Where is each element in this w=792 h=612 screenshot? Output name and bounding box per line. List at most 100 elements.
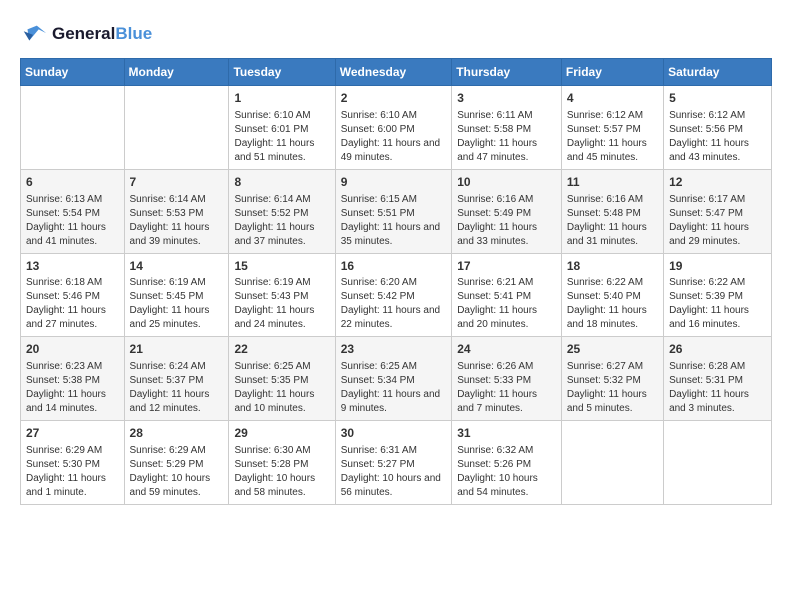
- calendar-cell: 14Sunrise: 6:19 AMSunset: 5:45 PMDayligh…: [124, 253, 229, 337]
- calendar-cell: 18Sunrise: 6:22 AMSunset: 5:40 PMDayligh…: [561, 253, 663, 337]
- weekday-header-thursday: Thursday: [452, 59, 562, 86]
- calendar-cell: [124, 86, 229, 170]
- calendar-cell: 29 Sunrise: 6:30 AMSunset: 5:28 PMDayligh…: [229, 421, 335, 505]
- day-info: Sunrise: 6:12 AMSunset: 5:57 PMDaylight:…: [567, 109, 658, 165]
- day-info: Sunrise: 6:18 AMSunset: 5:46 PMDaylight:…: [26, 276, 119, 332]
- day-info: Sunrise: 6:16 AMSunset: 5:48 PMDaylight:…: [567, 193, 658, 249]
- day-number: 13: [26, 258, 119, 275]
- logo-icon: [20, 20, 48, 48]
- day-info: Sunrise: 6:24 AMSunset: 5:37 PMDaylight:…: [130, 360, 224, 416]
- day-number: 8: [234, 174, 329, 191]
- calendar-cell: [664, 421, 772, 505]
- day-number: 30: [341, 425, 446, 442]
- day-number: 27: [26, 425, 119, 442]
- calendar-week-2: 6 Sunrise: 6:13 AMSunset: 5:54 PMDaylight…: [21, 169, 772, 253]
- day-info: Sunrise: 6:27 AMSunset: 5:32 PMDaylight:…: [567, 360, 658, 416]
- day-number: 19: [669, 258, 766, 275]
- day-info: Sunrise: 6:31 AMSunset: 5:27 PMDaylight:…: [341, 444, 446, 500]
- day-number: 17: [457, 258, 556, 275]
- calendar-cell: 17Sunrise: 6:21 AMSunset: 5:41 PMDayligh…: [452, 253, 562, 337]
- calendar-cell: 6 Sunrise: 6:13 AMSunset: 5:54 PMDaylight…: [21, 169, 125, 253]
- day-number: 28: [130, 425, 224, 442]
- calendar-cell: 30 Sunrise: 6:31 AMSunset: 5:27 PMDayligh…: [335, 421, 451, 505]
- day-info: Sunrise: 6:10 AMSunset: 6:01 PMDaylight:…: [234, 109, 329, 165]
- day-number: 2: [341, 90, 446, 107]
- calendar-cell: 9 Sunrise: 6:15 AMSunset: 5:51 PMDaylight…: [335, 169, 451, 253]
- day-number: 31: [457, 425, 556, 442]
- calendar-week-5: 27Sunrise: 6:29 AMSunset: 5:30 PMDayligh…: [21, 421, 772, 505]
- calendar-cell: 8 Sunrise: 6:14 AMSunset: 5:52 PMDaylight…: [229, 169, 335, 253]
- calendar-cell: 11 Sunrise: 6:16 AMSunset: 5:48 PMDayligh…: [561, 169, 663, 253]
- day-number: 21: [130, 341, 224, 358]
- calendar-cell: 25 Sunrise: 6:27 AMSunset: 5:32 PMDayligh…: [561, 337, 663, 421]
- calendar-week-3: 13Sunrise: 6:18 AMSunset: 5:46 PMDayligh…: [21, 253, 772, 337]
- page-header: GeneralBlue: [20, 20, 772, 48]
- logo-text: GeneralBlue: [52, 24, 152, 44]
- calendar-cell: 2 Sunrise: 6:10 AMSunset: 6:00 PMDaylight…: [335, 86, 451, 170]
- calendar-week-4: 20 Sunrise: 6:23 AMSunset: 5:38 PMDayligh…: [21, 337, 772, 421]
- day-number: 18: [567, 258, 658, 275]
- day-info: Sunrise: 6:30 AMSunset: 5:28 PMDaylight:…: [234, 444, 329, 500]
- calendar-cell: 24Sunrise: 6:26 AMSunset: 5:33 PMDayligh…: [452, 337, 562, 421]
- calendar-cell: 4Sunrise: 6:12 AMSunset: 5:57 PMDaylight…: [561, 86, 663, 170]
- calendar-cell: 12 Sunrise: 6:17 AMSunset: 5:47 PMDayligh…: [664, 169, 772, 253]
- calendar-table: SundayMondayTuesdayWednesdayThursdayFrid…: [20, 58, 772, 505]
- day-info: Sunrise: 6:29 AMSunset: 5:29 PMDaylight:…: [130, 444, 224, 500]
- calendar-cell: [21, 86, 125, 170]
- day-info: Sunrise: 6:17 AMSunset: 5:47 PMDaylight:…: [669, 193, 766, 249]
- day-info: Sunrise: 6:25 AMSunset: 5:35 PMDaylight:…: [234, 360, 329, 416]
- day-number: 22: [234, 341, 329, 358]
- day-info: Sunrise: 6:19 AMSunset: 5:43 PMDaylight:…: [234, 276, 329, 332]
- day-info: Sunrise: 6:22 AMSunset: 5:40 PMDaylight:…: [567, 276, 658, 332]
- calendar-cell: 22 Sunrise: 6:25 AMSunset: 5:35 PMDayligh…: [229, 337, 335, 421]
- day-info: Sunrise: 6:32 AMSunset: 5:26 PMDaylight:…: [457, 444, 556, 500]
- calendar-cell: 20 Sunrise: 6:23 AMSunset: 5:38 PMDayligh…: [21, 337, 125, 421]
- day-number: 29: [234, 425, 329, 442]
- day-number: 20: [26, 341, 119, 358]
- calendar-cell: 31 Sunrise: 6:32 AMSunset: 5:26 PMDayligh…: [452, 421, 562, 505]
- day-number: 6: [26, 174, 119, 191]
- calendar-cell: 1 Sunrise: 6:10 AMSunset: 6:01 PMDaylight…: [229, 86, 335, 170]
- day-info: Sunrise: 6:16 AMSunset: 5:49 PMDaylight:…: [457, 193, 556, 249]
- weekday-header-monday: Monday: [124, 59, 229, 86]
- day-number: 14: [130, 258, 224, 275]
- day-info: Sunrise: 6:14 AMSunset: 5:53 PMDaylight:…: [130, 193, 224, 249]
- day-info: Sunrise: 6:23 AMSunset: 5:38 PMDaylight:…: [26, 360, 119, 416]
- day-info: Sunrise: 6:15 AMSunset: 5:51 PMDaylight:…: [341, 193, 446, 249]
- day-info: Sunrise: 6:12 AMSunset: 5:56 PMDaylight:…: [669, 109, 766, 165]
- day-number: 15: [234, 258, 329, 275]
- calendar-cell: 10Sunrise: 6:16 AMSunset: 5:49 PMDayligh…: [452, 169, 562, 253]
- day-number: 9: [341, 174, 446, 191]
- weekday-header-saturday: Saturday: [664, 59, 772, 86]
- day-number: 1: [234, 90, 329, 107]
- day-number: 12: [669, 174, 766, 191]
- day-info: Sunrise: 6:14 AMSunset: 5:52 PMDaylight:…: [234, 193, 329, 249]
- day-info: Sunrise: 6:21 AMSunset: 5:41 PMDaylight:…: [457, 276, 556, 332]
- calendar-cell: 3Sunrise: 6:11 AMSunset: 5:58 PMDaylight…: [452, 86, 562, 170]
- calendar-cell: 21 Sunrise: 6:24 AMSunset: 5:37 PMDayligh…: [124, 337, 229, 421]
- day-info: Sunrise: 6:28 AMSunset: 5:31 PMDaylight:…: [669, 360, 766, 416]
- day-number: 11: [567, 174, 658, 191]
- calendar-cell: 15Sunrise: 6:19 AMSunset: 5:43 PMDayligh…: [229, 253, 335, 337]
- day-number: 25: [567, 341, 658, 358]
- calendar-cell: 16Sunrise: 6:20 AMSunset: 5:42 PMDayligh…: [335, 253, 451, 337]
- calendar-cell: 23Sunrise: 6:25 AMSunset: 5:34 PMDayligh…: [335, 337, 451, 421]
- calendar-body: 1 Sunrise: 6:10 AMSunset: 6:01 PMDaylight…: [21, 86, 772, 505]
- calendar-cell: [561, 421, 663, 505]
- day-number: 3: [457, 90, 556, 107]
- day-number: 26: [669, 341, 766, 358]
- day-number: 7: [130, 174, 224, 191]
- logo: GeneralBlue: [20, 20, 152, 48]
- day-info: Sunrise: 6:13 AMSunset: 5:54 PMDaylight:…: [26, 193, 119, 249]
- calendar-cell: 5 Sunrise: 6:12 AMSunset: 5:56 PMDaylight…: [664, 86, 772, 170]
- weekday-header-wednesday: Wednesday: [335, 59, 451, 86]
- calendar-cell: 28 Sunrise: 6:29 AMSunset: 5:29 PMDayligh…: [124, 421, 229, 505]
- weekday-header-friday: Friday: [561, 59, 663, 86]
- day-number: 5: [669, 90, 766, 107]
- day-info: Sunrise: 6:22 AMSunset: 5:39 PMDaylight:…: [669, 276, 766, 332]
- day-info: Sunrise: 6:10 AMSunset: 6:00 PMDaylight:…: [341, 109, 446, 165]
- calendar-header-row: SundayMondayTuesdayWednesdayThursdayFrid…: [21, 59, 772, 86]
- weekday-header-tuesday: Tuesday: [229, 59, 335, 86]
- day-number: 16: [341, 258, 446, 275]
- calendar-cell: 26 Sunrise: 6:28 AMSunset: 5:31 PMDayligh…: [664, 337, 772, 421]
